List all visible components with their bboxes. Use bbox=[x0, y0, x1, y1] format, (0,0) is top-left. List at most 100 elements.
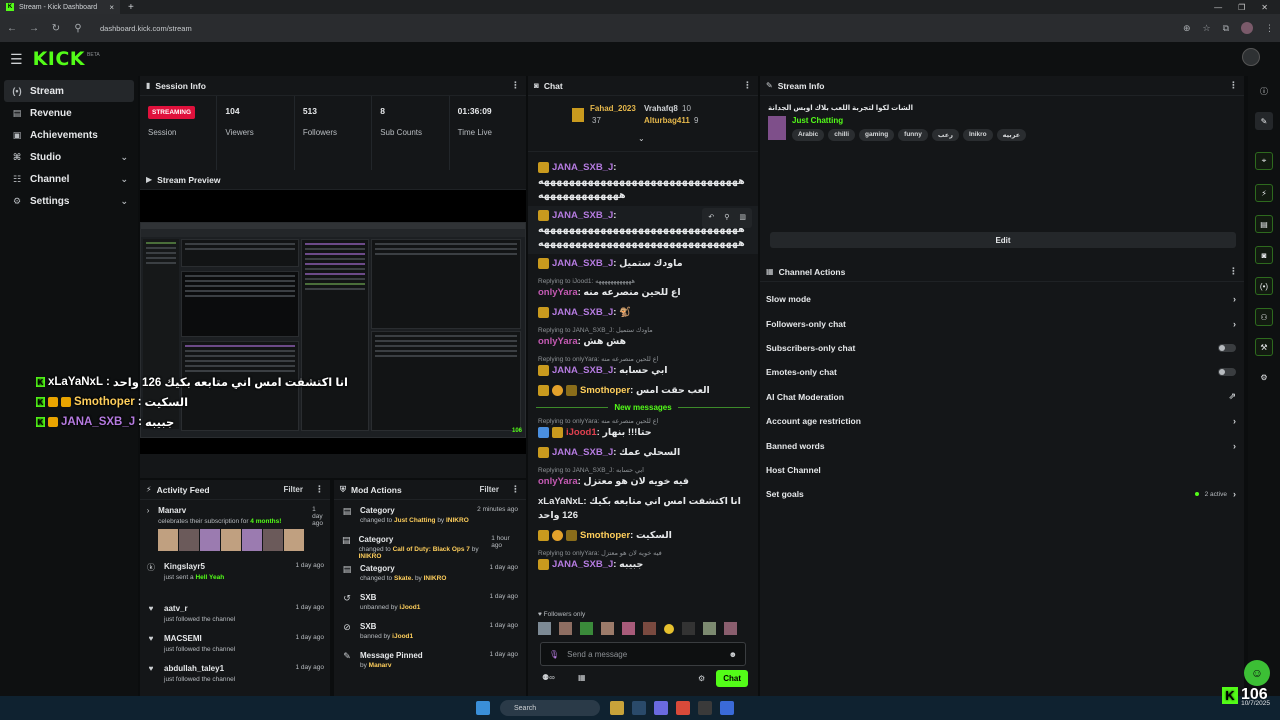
sidebar-item-stream[interactable]: (•) Stream bbox=[4, 80, 134, 102]
chat-username[interactable]: onlyYara bbox=[538, 287, 578, 298]
zoom-icon[interactable]: ⊕ bbox=[1183, 23, 1191, 34]
send-chat-button[interactable]: Chat bbox=[716, 670, 748, 687]
chat-input[interactable]: 🎙 Send a message ☻ bbox=[540, 642, 746, 666]
lightning-icon[interactable]: ⚡ bbox=[1255, 184, 1273, 202]
chat-message[interactable]: Replying to onlyYara: فيه خويه لان هو مع… bbox=[528, 546, 758, 575]
sidebar-item-settings[interactable]: ⚙ Settings ⌄ bbox=[4, 190, 134, 212]
taskbar-search[interactable]: Search bbox=[500, 700, 600, 716]
reload-icon[interactable]: ↻ bbox=[50, 23, 62, 34]
help-icon[interactable]: ☺ bbox=[1244, 660, 1270, 686]
browser-tab[interactable]: K Stream - Kick Dashboard × bbox=[0, 0, 120, 14]
app-icon[interactable] bbox=[720, 701, 734, 715]
chat-username[interactable]: JANA_SXB_J bbox=[552, 210, 613, 221]
chat-username[interactable]: JANA_SXB_J bbox=[552, 162, 613, 173]
shortcut-1-icon[interactable]: ⌖ bbox=[1255, 152, 1273, 170]
chat-message[interactable]: Replying to JANA_SXB_J: ماودك ستميل only… bbox=[528, 323, 758, 352]
pencil-icon[interactable]: ✎ bbox=[1255, 112, 1273, 130]
subscribers-only-toggle[interactable] bbox=[1218, 343, 1236, 352]
bot-icon[interactable]: ⚇ bbox=[1255, 308, 1273, 326]
clipboard-icon[interactable]: ▤ bbox=[1255, 215, 1273, 233]
minimize-icon[interactable]: — bbox=[1214, 3, 1222, 12]
ai-moderation-setting[interactable]: AI Chat Moderation ⇗ bbox=[760, 385, 1244, 409]
discord-icon[interactable] bbox=[654, 701, 668, 715]
back-icon[interactable]: ← bbox=[6, 23, 18, 34]
chat-bubble-icon[interactable]: ◙ bbox=[1255, 246, 1273, 264]
chat-message[interactable]: Replying to iJood1: ههههههههههههه onlyYa… bbox=[528, 274, 758, 303]
kick-logo[interactable]: KICK bbox=[33, 48, 85, 70]
chat-username[interactable]: JANA_SXB_J bbox=[552, 559, 613, 570]
browser-menu-icon[interactable]: ⋮ bbox=[1265, 23, 1274, 34]
banned-words-setting[interactable]: Banned words › bbox=[760, 433, 1244, 457]
sidebar-item-achievements[interactable]: ▣ Achievements bbox=[4, 124, 134, 146]
chat-message[interactable]: JANA_SXB_J: 🐒 bbox=[528, 303, 758, 323]
new-tab-icon[interactable]: + bbox=[128, 2, 134, 13]
stream-preview-video[interactable]: 106 bbox=[140, 190, 526, 454]
chat-username[interactable]: onlyYara bbox=[538, 336, 578, 347]
microphone-icon[interactable]: 🎙 bbox=[549, 650, 559, 659]
close-window-icon[interactable]: ✕ bbox=[1261, 3, 1268, 12]
forward-icon[interactable]: → bbox=[28, 23, 40, 34]
slow-mode-setting[interactable]: Slow mode › bbox=[760, 287, 1244, 311]
extensions-icon[interactable]: ⧉ bbox=[1223, 23, 1229, 34]
chat-message[interactable]: JANA_SXB_J: ماودك ستميل bbox=[528, 254, 758, 274]
chat-settings-icon[interactable]: ⚙ bbox=[698, 674, 705, 683]
more-options-icon[interactable]: ⋮ bbox=[743, 80, 752, 91]
chat-username[interactable]: JANA_SXB_J bbox=[552, 447, 613, 458]
add-widget-icon[interactable]: ⚙ bbox=[1255, 368, 1273, 386]
chat-username[interactable]: JANA_SXB_J bbox=[552, 258, 613, 269]
chat-users-icon[interactable]: ⚉∞ bbox=[542, 673, 555, 682]
top-gifter-2[interactable]: Vrahafq8 10 bbox=[644, 104, 691, 113]
menu-icon[interactable]: ☰ bbox=[10, 51, 23, 68]
chat-username[interactable]: JANA_SXB_J bbox=[552, 365, 613, 376]
host-channel-setting[interactable]: Host Channel bbox=[760, 458, 1244, 482]
start-icon[interactable] bbox=[476, 701, 490, 715]
sidebar-item-studio[interactable]: ⌘ Studio ⌄ bbox=[4, 146, 134, 168]
chat-username[interactable]: Smothoper bbox=[580, 385, 630, 396]
top-gifter-1[interactable]: Fahad_2023 bbox=[590, 104, 636, 113]
chrome-icon[interactable] bbox=[676, 701, 690, 715]
steam-icon[interactable] bbox=[632, 701, 646, 715]
site-info-icon[interactable]: ⚲ bbox=[72, 23, 84, 34]
gift-icon[interactable]: ▦ bbox=[578, 673, 586, 682]
chat-message[interactable]: Replying to onlyYara: اع للحين منصرعه من… bbox=[528, 352, 758, 381]
filter-button[interactable]: Filter bbox=[479, 485, 499, 494]
info-icon[interactable]: ⓘ bbox=[1255, 82, 1273, 100]
edit-stream-info-button[interactable]: Edit bbox=[770, 232, 1236, 248]
stream-category[interactable]: Just Chatting bbox=[792, 116, 1026, 125]
maximize-icon[interactable]: ❐ bbox=[1238, 3, 1245, 12]
user-avatar[interactable] bbox=[1242, 48, 1260, 66]
chat-message[interactable]: JANA_SXB_J: هههههههههههههههههههههههههههه… bbox=[528, 158, 758, 206]
bookmark-star-icon[interactable]: ☆ bbox=[1202, 23, 1210, 34]
wrench-icon[interactable]: ⚒ bbox=[1255, 338, 1273, 356]
pin-icon[interactable]: ⚲ bbox=[724, 211, 729, 225]
url-field[interactable]: dashboard.kick.com/stream bbox=[100, 24, 192, 33]
chat-username[interactable]: JANA_SXB_J bbox=[552, 307, 613, 318]
more-options-icon[interactable]: ⋮ bbox=[1229, 266, 1238, 277]
sidebar-item-revenue[interactable]: ▤ Revenue bbox=[4, 102, 134, 124]
chat-message[interactable]: xLaYaNxL: انا اكتشفت امس اني متابعه بكيك… bbox=[528, 492, 758, 526]
broadcast-icon[interactable]: (•) bbox=[1255, 277, 1273, 295]
chat-message[interactable]: Smothoper: العب حقت امس bbox=[528, 381, 758, 401]
chat-username[interactable]: xLaYaNxL bbox=[538, 496, 583, 507]
file-explorer-icon[interactable] bbox=[610, 701, 624, 715]
more-options-icon[interactable]: ⋮ bbox=[315, 484, 324, 495]
chat-message[interactable]: Smothoper: السكيت bbox=[528, 526, 758, 546]
emoji-icon[interactable]: ☻ bbox=[729, 650, 737, 659]
chat-message[interactable]: Replying to onlyYara: اع للحين منصرعه من… bbox=[528, 414, 758, 443]
chat-username[interactable]: onlyYara bbox=[538, 476, 578, 487]
delete-icon[interactable]: ▥ bbox=[739, 211, 746, 225]
chat-message[interactable]: JANA_SXB_J: السحلي عمك bbox=[528, 443, 758, 463]
chat-username[interactable]: iJood1 bbox=[566, 427, 597, 438]
close-tab-icon[interactable]: × bbox=[109, 3, 114, 12]
more-options-icon[interactable]: ⋮ bbox=[511, 484, 520, 495]
set-goals-setting[interactable]: Set goals 2 active › bbox=[760, 482, 1244, 506]
chat-username[interactable]: Smothoper bbox=[580, 530, 630, 541]
filter-button[interactable]: Filter bbox=[283, 485, 303, 494]
more-options-icon[interactable]: ⋮ bbox=[511, 80, 520, 91]
followers-only-setting[interactable]: Followers-only chat › bbox=[760, 311, 1244, 335]
sidebar-item-channel[interactable]: ☷ Channel ⌄ bbox=[4, 168, 134, 190]
collapse-icon[interactable]: ⌄ bbox=[638, 134, 645, 143]
chat-message[interactable]: Replying to JANA_SXB_J: ابي حسابه onlyYa… bbox=[528, 463, 758, 492]
emotes-only-toggle[interactable] bbox=[1218, 368, 1236, 377]
obs-icon[interactable] bbox=[698, 701, 712, 715]
